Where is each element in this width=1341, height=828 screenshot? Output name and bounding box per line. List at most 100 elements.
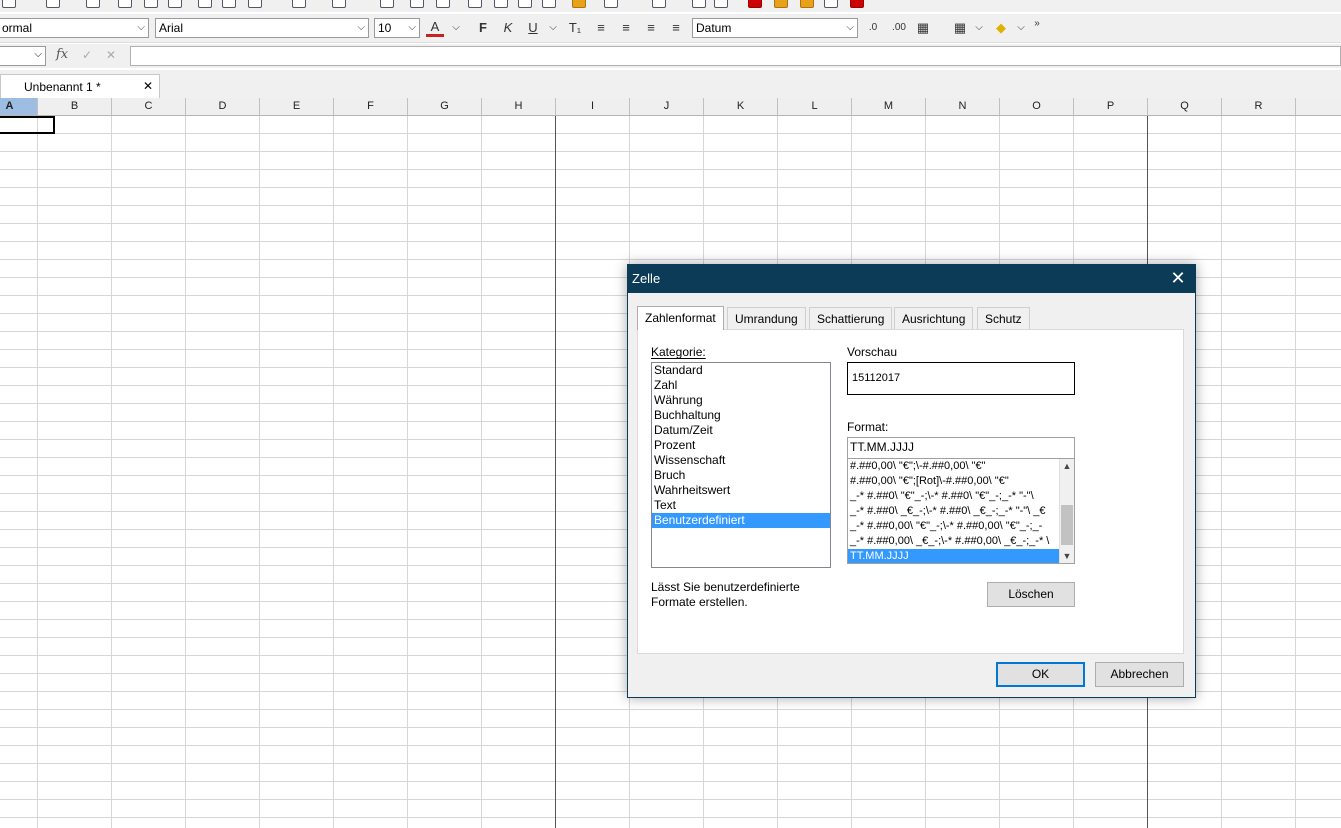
chart-icon[interactable] (604, 0, 618, 8)
category-item[interactable]: Wahrheitswert (652, 483, 830, 498)
column-header[interactable]: F (334, 98, 408, 115)
format-code-item[interactable]: TT.MM.JJJJ (848, 549, 1060, 563)
underline-button[interactable]: U (524, 19, 542, 37)
font-size-combo[interactable]: 10 ⌵ (374, 18, 420, 38)
sort-az-icon[interactable] (692, 0, 706, 8)
format-code-list[interactable]: #.##0,00\ "€";\-#.##0,00\ "€" #.##0,00\ "… (847, 458, 1075, 564)
find-icon[interactable] (380, 0, 394, 8)
borders-icon[interactable]: ▦ (951, 19, 969, 37)
document-tab[interactable]: Unbenannt 1 * ✕ (0, 74, 160, 98)
format-code-item[interactable]: _-* #.##0,00\ "€"_-;\-* #.##0,00\ "€"_-;… (848, 519, 1060, 534)
undo-icon[interactable] (292, 0, 306, 8)
column-header[interactable]: C (112, 98, 186, 115)
format-list-scrollbar[interactable]: ▲ ▼ (1059, 459, 1074, 563)
active-cell-cursor[interactable] (0, 116, 55, 134)
export-pdf-icon[interactable] (144, 0, 158, 8)
category-item[interactable]: Prozent (652, 438, 830, 453)
text-box-icon[interactable] (468, 0, 482, 8)
column-header[interactable]: I (556, 98, 630, 115)
column-header[interactable]: N (926, 98, 1000, 115)
save-as-icon[interactable] (86, 0, 100, 8)
function-wizard-icon[interactable]: fx (56, 47, 68, 62)
category-item[interactable]: Buchhaltung (652, 408, 830, 423)
superscript-icon[interactable]: T₁ (566, 19, 584, 37)
name-box[interactable]: ⌵ (0, 46, 46, 66)
justify-icon[interactable]: ≡ (667, 19, 685, 37)
print-preview-icon[interactable] (168, 0, 182, 8)
database-icon[interactable] (800, 0, 814, 8)
indent-icon[interactable]: ▦ (914, 19, 932, 37)
tab-umrandung[interactable]: Umrandung (727, 307, 806, 329)
macro-icon[interactable] (774, 0, 788, 8)
number-format-combo[interactable]: Datum ⌵ (692, 18, 858, 38)
clone-formatting-icon[interactable] (572, 0, 586, 8)
column-header[interactable]: R (1222, 98, 1296, 115)
paragraph-style-combo[interactable]: ormal ⌵ (0, 18, 149, 38)
font-color-icon[interactable]: A (426, 19, 444, 37)
column-header[interactable]: G (408, 98, 482, 115)
column-header[interactable]: J (630, 98, 704, 115)
tab-zahlenformat[interactable]: Zahlenformat (637, 306, 724, 330)
align-left-icon[interactable]: ≡ (592, 19, 610, 37)
chevron-down-icon[interactable]: ⌵ (970, 19, 988, 37)
italic-button[interactable]: K (499, 19, 517, 37)
category-list[interactable]: Standard Zahl Währung Buchhaltung Datum/Zeit… (651, 362, 831, 568)
remove-decimal-icon[interactable]: .00 (890, 19, 908, 37)
category-item[interactable]: Datum/Zeit (652, 423, 830, 438)
ok-button[interactable]: OK (996, 662, 1085, 687)
chevron-down-icon[interactable]: ⌵ (34, 49, 42, 60)
image-icon[interactable] (542, 0, 556, 8)
form-icon[interactable] (748, 0, 762, 8)
tab-schattierung[interactable]: Schattierung (809, 307, 893, 329)
format-code-item[interactable]: _-* #.##0\ _€_-;\-* #.##0\ _€_-;_-* "-"\… (848, 504, 1060, 519)
row-icon[interactable] (494, 0, 508, 8)
category-item[interactable]: Text (652, 498, 830, 513)
column-header[interactable]: M (852, 98, 926, 115)
scrollbar-thumb[interactable] (1061, 505, 1073, 545)
column-header[interactable]: Q (1148, 98, 1222, 115)
chevron-down-icon[interactable]: ⌵ (137, 19, 145, 37)
find-replace-icon[interactable] (436, 0, 450, 8)
copy-icon[interactable] (222, 0, 236, 8)
category-item[interactable]: Währung (652, 393, 830, 408)
accept-icon[interactable]: ✓ (82, 48, 92, 62)
chevron-down-icon[interactable]: ⌵ (544, 19, 562, 37)
format-code-input[interactable]: TT.MM.JJJJ (847, 437, 1075, 458)
chevron-down-icon[interactable]: ⌵ (447, 19, 465, 37)
category-item[interactable]: Bruch (652, 468, 830, 483)
scroll-up-icon[interactable]: ▲ (1060, 459, 1074, 473)
sort-icon[interactable] (714, 0, 728, 8)
align-center-icon[interactable]: ≡ (617, 19, 635, 37)
format-code-item[interactable]: #.##0,00\ "€";[Rot]\-#.##0,00\ "€" (848, 474, 1060, 489)
column-header[interactable]: O (1000, 98, 1074, 115)
category-item[interactable]: Zahl (652, 378, 830, 393)
format-code-item[interactable]: _-* #.##0\ "€"_-;\-* #.##0\ "€"_-;_-* "-… (848, 489, 1060, 504)
cancel-icon[interactable]: ✕ (106, 48, 116, 62)
column-header[interactable]: E (260, 98, 334, 115)
chevron-down-icon[interactable]: ⌵ (846, 19, 854, 37)
navigator-icon[interactable] (824, 0, 838, 8)
cut-icon[interactable] (198, 0, 212, 8)
cancel-button[interactable]: Abbrechen (1095, 662, 1184, 687)
close-icon[interactable]: ✕ (1167, 267, 1189, 289)
print-icon[interactable] (118, 0, 132, 8)
column-header[interactable]: A (0, 98, 38, 115)
spellcheck-icon[interactable] (410, 0, 424, 8)
tab-schutz[interactable]: Schutz (977, 307, 1030, 329)
column-header[interactable]: K (704, 98, 778, 115)
redo-icon[interactable] (332, 0, 346, 8)
tab-ausrichtung[interactable]: Ausrichtung (894, 307, 974, 329)
column-header[interactable]: H (482, 98, 556, 115)
category-item[interactable]: Wissenschaft (652, 453, 830, 468)
column-header[interactable]: L (778, 98, 852, 115)
chevron-down-icon[interactable]: ⌵ (408, 19, 416, 37)
column-header[interactable]: P (1074, 98, 1148, 115)
category-item[interactable]: Standard (652, 363, 830, 378)
more-options-icon[interactable]: » (1028, 15, 1046, 33)
special-char-icon[interactable] (850, 0, 864, 8)
chevron-down-icon[interactable]: ⌵ (357, 19, 365, 37)
paste-icon[interactable] (248, 0, 262, 8)
background-color-icon[interactable]: ◆ (992, 19, 1010, 37)
column-icon[interactable] (518, 0, 532, 8)
scroll-down-icon[interactable]: ▼ (1060, 549, 1074, 563)
